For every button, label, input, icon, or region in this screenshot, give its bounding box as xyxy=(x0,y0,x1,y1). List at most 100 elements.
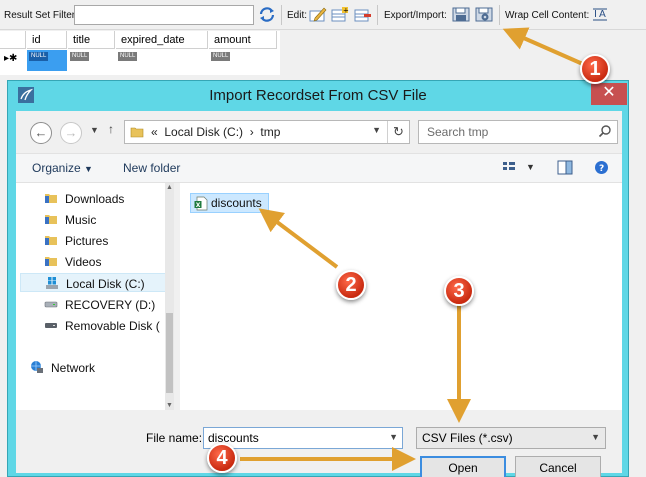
view-options-icon[interactable] xyxy=(502,160,516,174)
dialog-title: Import Recordset From CSV File xyxy=(209,87,427,104)
removable-drive-icon xyxy=(45,323,57,328)
file-item-discounts[interactable]: X discounts xyxy=(190,193,269,213)
chevron-down-icon[interactable]: ▼ xyxy=(526,162,535,172)
toolbar-separator xyxy=(499,5,500,25)
breadcrumb-local-disk[interactable]: Local Disk (C:) xyxy=(164,125,243,139)
svg-text:X: X xyxy=(196,202,201,209)
search-icon xyxy=(598,125,611,138)
file-type-value: CSV Files (*.csv) xyxy=(422,431,513,445)
sidebar-item-label: Local Disk (C:) xyxy=(66,277,145,291)
sidebar-item-downloads[interactable]: Downloads xyxy=(20,189,170,208)
close-button[interactable]: ✕ xyxy=(591,83,627,105)
new-folder-button[interactable]: New folder xyxy=(123,161,180,175)
close-icon: ✕ xyxy=(602,84,616,101)
null-badge: NULL xyxy=(70,52,90,61)
sidebar-item-label: Downloads xyxy=(65,192,125,206)
sidebar-item-pictures[interactable]: Pictures xyxy=(20,231,170,250)
scrollbar-thumb[interactable] xyxy=(166,313,173,393)
chevron-down-icon: ▼ xyxy=(591,432,600,442)
file-type-select[interactable]: CSV Files (*.csv) ▼ xyxy=(416,427,606,449)
sidebar-item-network[interactable]: Network xyxy=(20,358,170,377)
step-badge-2: 2 xyxy=(336,270,366,300)
preview-pane-icon[interactable] xyxy=(557,160,573,175)
svg-text:?: ? xyxy=(599,164,604,174)
toolbar-separator xyxy=(281,5,282,25)
sidebar-item-label: Removable Disk ( xyxy=(65,319,160,333)
step-badge-3: 3 xyxy=(444,276,474,306)
null-badge: NULL xyxy=(211,52,231,61)
export-import-label: Export/Import: xyxy=(384,10,447,21)
import-icon[interactable] xyxy=(475,6,493,23)
import-csv-dialog: Import Recordset From CSV File ✕ ← → ▼ ↑… xyxy=(7,80,629,477)
back-button[interactable]: ← xyxy=(30,122,52,144)
refresh-icon[interactable]: ↻ xyxy=(387,121,409,143)
toolbar-separator xyxy=(377,5,378,25)
sidebar-item-label: Music xyxy=(65,213,97,227)
chevron-down-icon[interactable]: ▼ xyxy=(372,125,381,135)
navigation-pane: Downloads Music Pictures Videos Local Di… xyxy=(16,183,174,410)
forward-arrow-icon: → xyxy=(64,125,78,140)
file-name-value: discounts xyxy=(208,431,259,445)
open-button[interactable]: Open xyxy=(420,456,506,477)
address-bar[interactable]: « Local Disk (C:) › tmp ▼ ↻ xyxy=(124,120,410,144)
step-badge-1: 1 xyxy=(580,54,610,84)
sidebar-item-local-disk[interactable]: Local Disk (C:) xyxy=(20,273,170,292)
up-arrow-icon[interactable]: ↑ xyxy=(108,122,114,136)
organize-menu[interactable]: Organize ▼ xyxy=(32,161,93,175)
excel-csv-file-icon: X xyxy=(194,196,208,211)
pictures-folder-icon xyxy=(45,236,57,245)
sidebar-item-label: Network xyxy=(51,361,96,375)
recent-locations-icon[interactable]: ▼ xyxy=(90,125,99,135)
result-grid: id title expired_date amount ▸✱ NULL NUL… xyxy=(0,31,280,75)
wrap-text-icon[interactable]: IA xyxy=(592,6,610,23)
help-icon[interactable]: ? xyxy=(594,160,609,175)
edit-label: Edit: xyxy=(287,10,308,21)
add-row-icon[interactable]: + xyxy=(331,6,349,23)
folder-icon xyxy=(130,127,144,138)
null-badge: NULL xyxy=(29,52,49,61)
annotation-arrow-1 xyxy=(502,27,586,67)
sidebar-item-recovery[interactable]: RECOVERY (D:) xyxy=(20,295,170,314)
sidebar-item-label: Pictures xyxy=(65,234,109,248)
result-grid-toolbar: Result Set Filter: Edit: + Export/Import… xyxy=(0,0,646,30)
search-input[interactable]: Search tmp xyxy=(427,125,488,139)
forward-button[interactable]: → xyxy=(60,122,82,144)
drive-icon xyxy=(44,301,58,308)
breadcrumb-tmp[interactable]: tmp xyxy=(260,125,280,139)
windows-drive-icon xyxy=(46,277,58,289)
cancel-button[interactable]: Cancel xyxy=(515,456,601,477)
column-header-expired-date[interactable]: expired_date xyxy=(116,31,208,49)
null-badge: NULL xyxy=(118,52,138,61)
svg-text:A: A xyxy=(599,9,606,20)
sidebar-item-removable-disk[interactable]: Removable Disk ( xyxy=(20,316,170,335)
downloads-folder-icon xyxy=(45,194,57,203)
chevron-down-icon[interactable]: ▼ xyxy=(389,432,398,442)
scroll-down-icon[interactable]: ▼ xyxy=(165,402,174,409)
result-set-filter-input[interactable] xyxy=(74,5,254,25)
sidebar-item-videos[interactable]: Videos xyxy=(20,252,170,271)
navigation-scrollbar[interactable]: ▲ ▼ xyxy=(165,183,174,410)
breadcrumb-overflow[interactable]: « xyxy=(151,125,158,139)
network-icon xyxy=(31,361,43,373)
column-header-id[interactable]: id xyxy=(27,31,67,49)
column-header-amount[interactable]: amount xyxy=(209,31,277,49)
videos-folder-icon xyxy=(45,257,57,266)
scroll-up-icon[interactable]: ▲ xyxy=(165,184,174,191)
export-icon[interactable] xyxy=(452,6,470,23)
column-header-title[interactable]: title xyxy=(68,31,115,49)
svg-text:+: + xyxy=(343,7,349,15)
wrap-cell-label: Wrap Cell Content: xyxy=(505,10,590,21)
file-list: X discounts xyxy=(180,183,622,410)
delete-row-icon[interactable] xyxy=(354,6,372,23)
sidebar-item-label: RECOVERY (D:) xyxy=(65,298,156,312)
sidebar-item-music[interactable]: Music xyxy=(20,210,170,229)
file-name-label: File name: xyxy=(146,431,203,445)
refresh-filter-icon[interactable] xyxy=(258,6,276,23)
svg-text:I: I xyxy=(594,9,597,20)
command-bar: Organize ▼ New folder ▼ ? xyxy=(16,153,622,183)
search-box[interactable]: Search tmp xyxy=(418,120,618,144)
file-name-field[interactable]: discounts ▼ xyxy=(203,427,403,449)
chevron-down-icon: ▼ xyxy=(84,164,93,174)
edit-row-icon[interactable] xyxy=(309,6,327,23)
row-header-corner xyxy=(0,31,26,49)
